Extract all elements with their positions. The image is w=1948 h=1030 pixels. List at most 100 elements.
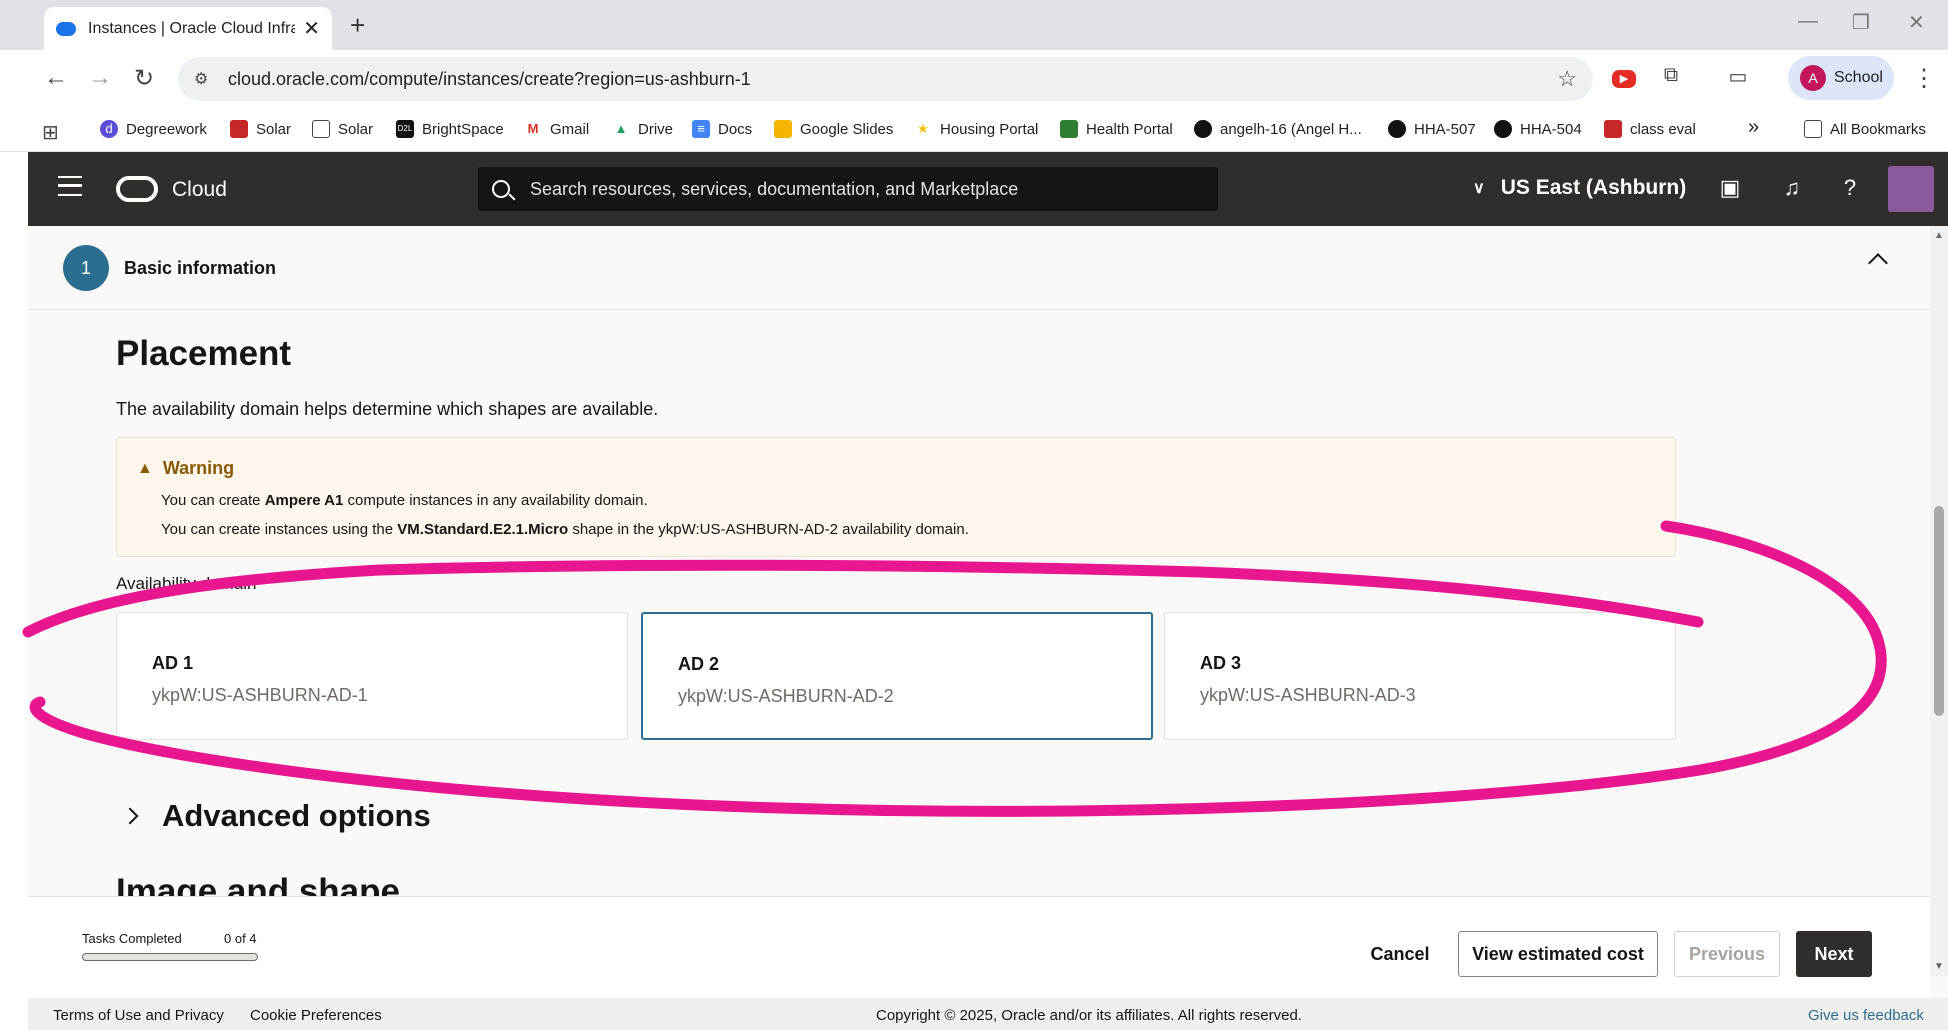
availability-domain-label: Availability domain bbox=[116, 574, 257, 593]
view-estimated-cost-button[interactable]: View estimated cost bbox=[1458, 931, 1658, 977]
region-selector[interactable]: ∨ US East (Ashburn) bbox=[1473, 176, 1686, 200]
bookmark-hha-507[interactable]: HHA-507 bbox=[1388, 120, 1476, 138]
bookmark-class-eval[interactable]: class eval bbox=[1604, 120, 1696, 138]
bookmark-label: class eval bbox=[1630, 120, 1696, 138]
next-button[interactable]: Next bbox=[1796, 931, 1872, 977]
tasks-completed-label: Tasks Completed 0 of 4 bbox=[82, 931, 257, 946]
bookmark-label: BrightSpace bbox=[422, 120, 504, 138]
slides-icon bbox=[774, 120, 792, 138]
user-avatar[interactable] bbox=[1888, 166, 1934, 212]
bookmark-label: Docs bbox=[718, 120, 753, 138]
warning-bold-text: Ampere A1 bbox=[264, 492, 344, 509]
bookmark-brightspace[interactable]: D2L BrightSpace bbox=[396, 120, 504, 138]
bookmark-drive[interactable]: ▲ Drive bbox=[612, 120, 673, 138]
warning-title-text: Warning bbox=[162, 458, 235, 478]
shield-icon bbox=[1604, 120, 1622, 138]
bookmark-label: Degreework bbox=[126, 120, 207, 138]
bookmark-docs[interactable]: ≡ Docs bbox=[692, 120, 752, 138]
advanced-options-toggle[interactable]: Advanced options bbox=[120, 798, 431, 834]
bookmark-health-portal[interactable]: Health Portal bbox=[1060, 120, 1173, 138]
search-icon bbox=[492, 180, 510, 198]
help-icon[interactable]: ? bbox=[1836, 174, 1864, 202]
page-scrollbar[interactable]: ▲ ▼ bbox=[1930, 226, 1948, 976]
ad-card-1[interactable]: AD 1 ykpW:US-ASHBURN-AD-1 bbox=[116, 612, 628, 740]
oracle-logo-icon[interactable] bbox=[116, 176, 158, 202]
bookmark-label: Drive bbox=[638, 120, 674, 138]
bookmark-google-slides[interactable]: Google Slides bbox=[774, 120, 893, 138]
extensions-icon[interactable]: ⧉ bbox=[1658, 64, 1684, 90]
docs-icon: ≡ bbox=[692, 120, 710, 138]
drive-icon: ▲ bbox=[614, 121, 628, 136]
ad-card-2-selected[interactable]: AD 2 ykpW:US-ASHBURN-AD-2 bbox=[641, 612, 1153, 740]
chevron-up-icon[interactable] bbox=[1868, 253, 1888, 273]
back-icon[interactable]: ← bbox=[44, 64, 68, 92]
step-header[interactable]: 1 Basic information bbox=[28, 226, 1930, 310]
new-tab-icon[interactable]: + bbox=[350, 10, 365, 41]
scrollbar-thumb[interactable] bbox=[1934, 506, 1944, 716]
cloud-shell-icon[interactable]: ▣ bbox=[1716, 174, 1744, 202]
bookmark-solar-2[interactable]: Solar bbox=[312, 120, 373, 138]
bookmark-label: Google Slides bbox=[800, 120, 894, 138]
site-info-icon[interactable]: ⚙ bbox=[194, 69, 214, 89]
bookmark-github-angelh[interactable]: angelh-16 (Angel H... bbox=[1194, 120, 1362, 138]
tasks-label-text: Tasks Completed bbox=[82, 931, 182, 946]
folder-icon bbox=[1804, 120, 1822, 138]
ad-card-title: AD 3 bbox=[1200, 653, 1242, 673]
star-icon: ★ bbox=[917, 121, 929, 136]
bookmark-star-icon[interactable]: ☆ bbox=[1557, 66, 1577, 92]
placement-heading: Placement bbox=[116, 334, 292, 373]
hamburger-menu-icon[interactable] bbox=[58, 176, 82, 196]
browser-tab[interactable]: Instances | Oracle Cloud Infrastr ✕ bbox=[44, 7, 332, 50]
cookie-preferences-link[interactable]: Cookie Preferences bbox=[250, 1007, 382, 1024]
scroll-down-icon[interactable]: ▼ bbox=[1934, 961, 1944, 972]
cast-icon[interactable]: ▭ bbox=[1725, 64, 1751, 90]
degreework-icon: d bbox=[100, 120, 118, 138]
warning-text: You can create bbox=[161, 492, 265, 509]
bookmark-housing-portal[interactable]: ★ Housing Portal bbox=[914, 120, 1038, 138]
tasks-count: 0 of 4 bbox=[224, 931, 257, 946]
minimize-icon[interactable]: — bbox=[1798, 10, 1818, 33]
brand-label[interactable]: Cloud bbox=[172, 178, 227, 202]
bookmark-degreework[interactable]: d Degreework bbox=[100, 120, 207, 138]
feedback-link[interactable]: Give us feedback bbox=[1808, 1007, 1924, 1024]
oracle-cloud-favicon-icon bbox=[56, 21, 76, 36]
restore-icon[interactable]: ❐ bbox=[1852, 10, 1870, 35]
address-bar[interactable]: ⚙ cloud.oracle.com/compute/instances/cre… bbox=[178, 57, 1593, 101]
bookmark-label: angelh-16 (Angel H... bbox=[1220, 120, 1362, 138]
browser-menu-icon[interactable]: ⋮ bbox=[1912, 64, 1936, 93]
apps-grid-icon[interactable]: ⊞ bbox=[42, 120, 59, 145]
github-icon bbox=[1194, 120, 1212, 138]
close-window-icon[interactable]: ✕ bbox=[1908, 10, 1925, 35]
advanced-options-label: Advanced options bbox=[162, 798, 431, 833]
ad-card-title: AD 2 bbox=[678, 654, 720, 674]
bookmark-label: HHA-504 bbox=[1520, 120, 1582, 138]
console-search-input[interactable]: Search resources, services, documentatio… bbox=[478, 167, 1218, 211]
all-bookmarks[interactable]: All Bookmarks bbox=[1804, 120, 1926, 138]
warning-banner: ▲ Warning You can create Ampere A1 compu… bbox=[116, 437, 1676, 557]
console-header: Cloud Search resources, services, docume… bbox=[28, 152, 1948, 226]
terms-link[interactable]: Terms of Use and Privacy bbox=[53, 1007, 224, 1024]
folder-icon bbox=[312, 120, 330, 138]
bookmark-hha-504[interactable]: HHA-504 bbox=[1494, 120, 1582, 138]
forward-icon[interactable]: → bbox=[88, 64, 112, 92]
bookmark-solar-1[interactable]: Solar bbox=[230, 120, 291, 138]
ad-card-3[interactable]: AD 3 ykpW:US-ASHBURN-AD-3 bbox=[1164, 612, 1676, 740]
close-tab-icon[interactable]: ✕ bbox=[303, 16, 320, 41]
previous-button[interactable]: Previous bbox=[1674, 931, 1780, 977]
cancel-button[interactable]: Cancel bbox=[1358, 931, 1442, 977]
ad-card-title: AD 1 bbox=[152, 653, 194, 673]
ad-card-subtitle: ykpW:US-ASHBURN-AD-3 bbox=[1200, 685, 1416, 705]
more-bookmarks-icon[interactable]: » bbox=[1748, 116, 1759, 139]
scroll-up-icon[interactable]: ▲ bbox=[1934, 230, 1944, 241]
notifications-bell-icon[interactable]: ♫ bbox=[1778, 174, 1806, 202]
address-row: ← → ↻ ⚙ cloud.oracle.com/compute/instanc… bbox=[0, 50, 1948, 108]
left-margin bbox=[0, 152, 28, 1030]
oracle-console: Cloud Search resources, services, docume… bbox=[28, 152, 1948, 1030]
browser-chrome: Instances | Oracle Cloud Infrastr ✕ + — … bbox=[0, 0, 1948, 152]
bookmark-gmail[interactable]: M Gmail bbox=[524, 120, 590, 138]
placement-description: The availability domain helps determine … bbox=[116, 399, 659, 419]
reload-icon[interactable]: ↻ bbox=[134, 64, 154, 93]
step-title: Basic information bbox=[124, 258, 277, 278]
profile-button[interactable]: A School bbox=[1788, 56, 1894, 100]
youtube-extension-icon[interactable]: ▶ bbox=[1612, 70, 1636, 88]
